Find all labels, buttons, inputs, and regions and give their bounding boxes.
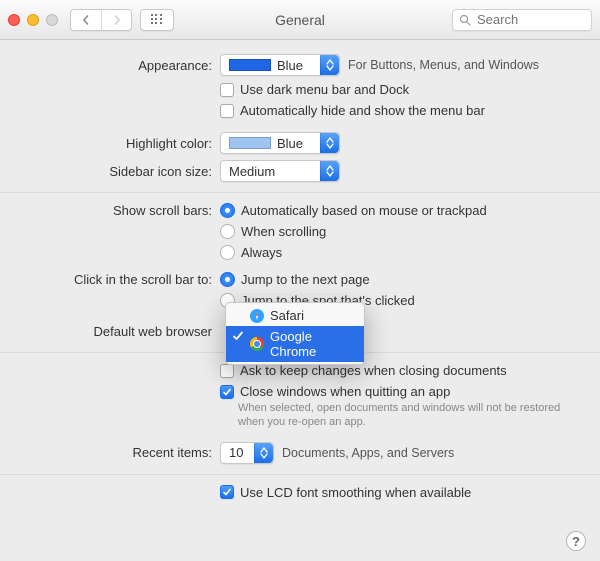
ask-changes-label: Ask to keep changes when closing documen… — [240, 363, 507, 378]
scroll-auto-label: Automatically based on mouse or trackpad — [241, 203, 487, 218]
blue-swatch-icon — [229, 59, 271, 71]
browser-option-chrome[interactable]: Google Chrome — [226, 326, 364, 362]
search-icon — [459, 14, 471, 26]
appearance-value: Blue — [277, 58, 303, 73]
recent-hint: Documents, Apps, and Servers — [282, 446, 454, 460]
scroll-when-label: When scrolling — [241, 224, 326, 239]
minimize-window-button[interactable] — [27, 14, 39, 26]
click-label: Click in the scroll bar to: — [30, 272, 220, 287]
forward-button[interactable] — [101, 10, 131, 30]
nav-segment — [70, 9, 132, 31]
browser-option-safari[interactable]: Safari — [226, 305, 364, 326]
chrome-icon — [250, 337, 264, 351]
safari-icon — [250, 309, 264, 323]
sidebar-select[interactable]: Medium — [220, 160, 340, 182]
help-button[interactable]: ? — [566, 531, 586, 551]
separator — [0, 474, 600, 475]
highlight-value: Blue — [277, 136, 303, 151]
sidebar-value: Medium — [229, 164, 275, 179]
dark-menubar-checkbox[interactable]: Use dark menu bar and Dock — [220, 82, 409, 97]
show-all-button[interactable] — [140, 9, 174, 31]
highlight-label: Highlight color: — [30, 136, 220, 151]
check-icon — [232, 330, 244, 345]
click-nextpage-radio[interactable]: Jump to the next page — [220, 272, 370, 287]
scroll-always-radio[interactable]: Always — [220, 245, 282, 260]
scroll-auto-radio[interactable]: Automatically based on mouse or trackpad — [220, 203, 487, 218]
toolbar: General — [0, 0, 600, 40]
recent-value: 10 — [229, 445, 243, 460]
lcd-smoothing-checkbox[interactable]: Use LCD font smoothing when available — [220, 485, 471, 500]
autohide-menubar-label: Automatically hide and show the menu bar — [240, 103, 485, 118]
click-nextpage-label: Jump to the next page — [241, 272, 370, 287]
sidebar-label: Sidebar icon size: — [30, 164, 220, 179]
ask-changes-checkbox[interactable]: Ask to keep changes when closing documen… — [220, 363, 507, 378]
appearance-select[interactable]: Blue — [220, 54, 340, 76]
close-windows-sub: When selected, open documents and window… — [238, 402, 568, 430]
browser-option-chrome-label: Google Chrome — [270, 329, 354, 359]
recent-select[interactable]: 10 — [220, 442, 274, 464]
zoom-window-button — [46, 14, 58, 26]
stepper-arrows-icon — [254, 443, 273, 463]
appearance-label: Appearance: — [30, 58, 220, 73]
window-controls — [8, 14, 58, 26]
recent-label: Recent items: — [30, 445, 220, 460]
default-browser-menu: Safari Google Chrome — [225, 302, 365, 365]
scroll-label: Show scroll bars: — [30, 203, 220, 218]
appearance-hint: For Buttons, Menus, and Windows — [348, 58, 539, 72]
stepper-arrows-icon — [320, 55, 339, 75]
lcd-smoothing-label: Use LCD font smoothing when available — [240, 485, 471, 500]
scroll-when-radio[interactable]: When scrolling — [220, 224, 326, 239]
stepper-arrows-icon — [320, 133, 339, 153]
search-input[interactable] — [475, 11, 585, 28]
browser-option-safari-label: Safari — [270, 308, 304, 323]
separator — [0, 192, 600, 193]
search-field[interactable] — [452, 9, 592, 31]
back-button[interactable] — [71, 10, 101, 30]
browser-label: Default web browser — [30, 324, 220, 339]
highlight-select[interactable]: Blue — [220, 132, 340, 154]
general-pane: Appearance: Blue For Buttons, Menus, and… — [0, 40, 600, 516]
grid-icon — [151, 14, 163, 26]
close-window-button[interactable] — [8, 14, 20, 26]
stepper-arrows-icon — [320, 161, 339, 181]
dark-menubar-label: Use dark menu bar and Dock — [240, 82, 409, 97]
close-windows-checkbox[interactable]: Close windows when quitting an app — [220, 384, 450, 399]
close-windows-label: Close windows when quitting an app — [240, 384, 450, 399]
lightblue-swatch-icon — [229, 137, 271, 149]
scroll-always-label: Always — [241, 245, 282, 260]
autohide-menubar-checkbox[interactable]: Automatically hide and show the menu bar — [220, 103, 485, 118]
